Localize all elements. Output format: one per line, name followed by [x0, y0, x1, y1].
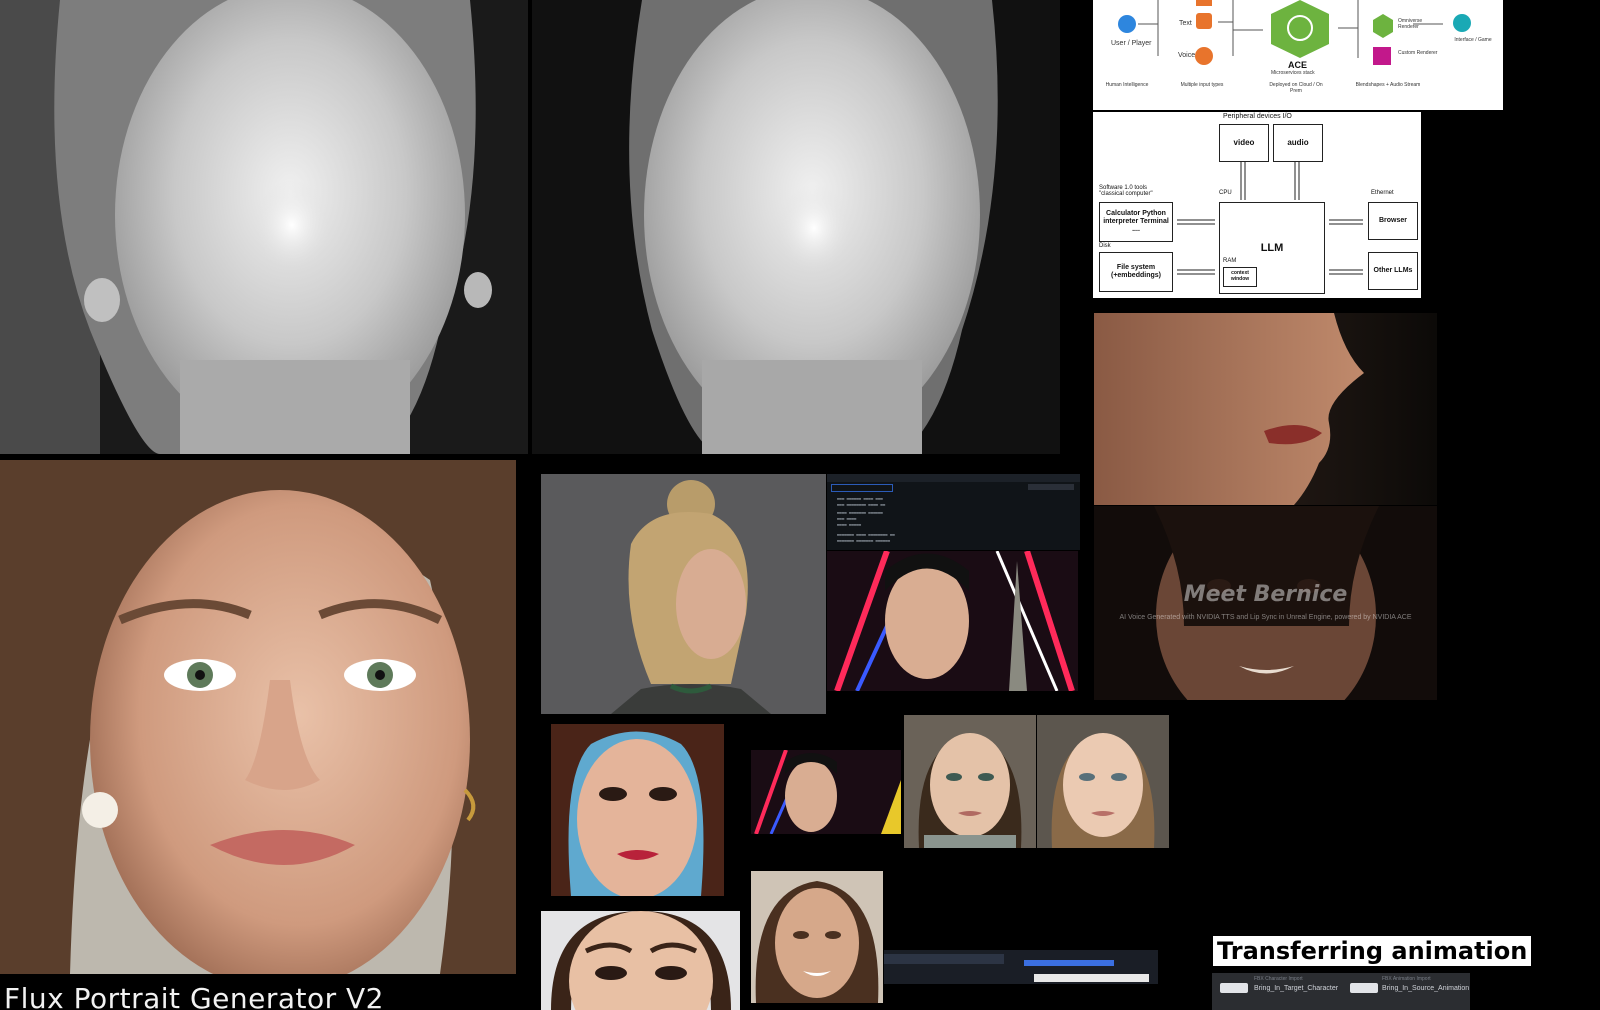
ace-architecture-diagram: User / Player Text Voice ACE Microservic…: [1093, 0, 1503, 110]
ace-title-label: ACE: [1288, 60, 1308, 70]
llm-calculator-box: Calculator Python interpreter Terminal .…: [1099, 202, 1173, 242]
code-line: ▬▬▬ ▬▬▬▬▬▬ ▬▬▬▬ ▬▬▬: [837, 496, 883, 501]
ace-user-label: User / Player: [1111, 40, 1152, 47]
code-line: ▬▬▬ ▬▬▬▬: [837, 516, 857, 521]
makeup-portrait-1: [551, 724, 724, 896]
meet-bernice-video-frame: Meet Bernice AI Voice Generated with NVI…: [1094, 506, 1437, 700]
source-node-label: Bring_In_Source_Animation: [1382, 985, 1470, 992]
bernice-subtitle: AI Voice Generated with NVIDIA TTS and L…: [1119, 614, 1412, 621]
target-node-label: Bring_In_Target_Character: [1254, 985, 1339, 992]
moodboard-canvas: User / Player Text Voice ACE Microservic…: [0, 0, 1600, 1010]
depth-map-image-1: [0, 0, 528, 454]
ace-custom-label: Custom Renderer: [1398, 50, 1438, 56]
llm-ram-label: RAM: [1223, 258, 1237, 264]
llm-context-window-box: context window: [1223, 267, 1257, 287]
animation-timeline-screenshot: [884, 950, 1158, 984]
neon-background-portrait: [827, 551, 1078, 691]
code-line: ▬▬▬▬▬▬▬ ▬▬▬▬▬▬▬ ▬▬▬▬▬▬: [837, 538, 890, 543]
ace-interface-label: Interface / Game: [1454, 37, 1492, 43]
llm-ethernet-label: Ethernet: [1371, 190, 1394, 196]
lips-closeup-photo: [1094, 313, 1437, 505]
ace-text-label: Text: [1179, 20, 1192, 27]
ace-omniverse-label: Omniverse Renderer: [1398, 18, 1423, 30]
ace-deployed-label: Deployed on Cloud / On Prem: [1269, 82, 1323, 94]
node-editor-screenshot: FBX Character Import Bring_In_Target_Cha…: [1212, 973, 1470, 1010]
depth-map-image-2: [532, 0, 1060, 454]
blonde-3d-character-render: [541, 474, 826, 714]
ace-human-intelligence-label: Human Intelligence: [1105, 82, 1149, 88]
smiling-woman-portrait: [751, 871, 883, 1003]
portrait-generator-caption: Flux Portrait Generator V2: [4, 982, 384, 1010]
code-line: ▬▬▬▬ ▬▬▬▬▬▬▬ ▬▬▬▬▬▬: [837, 510, 883, 515]
main-portrait-photo: [0, 460, 516, 974]
llm-os-diagram: Peripheral devices I/O video audio Softw…: [1093, 112, 1421, 298]
llm-browser-box: Browser: [1368, 202, 1418, 240]
llm-video-box: video: [1219, 124, 1269, 162]
ace-microservices-label: Microservices stack: [1271, 70, 1315, 76]
young-woman-portrait-2: [1037, 715, 1169, 848]
source-node-header: FBX Animation Import: [1382, 976, 1431, 982]
llm-filesystem-box: File system (+embeddings): [1099, 252, 1173, 292]
llm-disk-label: Disk: [1099, 243, 1111, 249]
llm-audio-box: audio: [1273, 124, 1323, 162]
ace-voice-label: Voice: [1178, 52, 1196, 59]
llm-peripheral-label: Peripheral devices I/O: [1223, 113, 1292, 120]
makeup-portrait-2: [541, 911, 740, 1010]
llm-other-llms-box: Other LLMs: [1368, 252, 1418, 290]
llm-software-tools-label: Software 1.0 tools "classical computer": [1099, 185, 1153, 197]
llm-cpu-label: CPU: [1219, 190, 1232, 196]
ace-blendshapes-label: Blendshapes + Audio Stream: [1355, 82, 1421, 88]
code-editor-screenshot: ▬▬▬ ▬▬▬▬▬▬ ▬▬▬▬ ▬▬▬ ▬▬▬ ▬▬▬▬▬▬▬▬ ▬▬▬▬ ▬▬…: [827, 474, 1080, 550]
source-node-icon: [1350, 983, 1378, 993]
neon-background-portrait-small: [751, 750, 901, 834]
code-line: ▬▬▬▬ ▬▬▬▬▬: [837, 522, 862, 527]
bernice-title: Meet Bernice: [1183, 582, 1348, 607]
young-woman-portrait-1: [904, 715, 1036, 848]
ace-multi-input-label: Multiple input types: [1180, 82, 1224, 88]
code-line: ▬▬▬ ▬▬▬▬▬▬▬▬ ▬▬▬▬ ▬▬: [837, 502, 886, 507]
transferring-animation-title: Transferring animation: [1213, 936, 1532, 966]
target-node-icon: [1220, 983, 1248, 993]
code-line: ▬▬▬▬▬▬▬ ▬▬▬▬ ▬▬▬▬▬▬▬▬ ▬▬: [837, 532, 895, 537]
target-node-header: FBX Character Import: [1254, 976, 1303, 982]
